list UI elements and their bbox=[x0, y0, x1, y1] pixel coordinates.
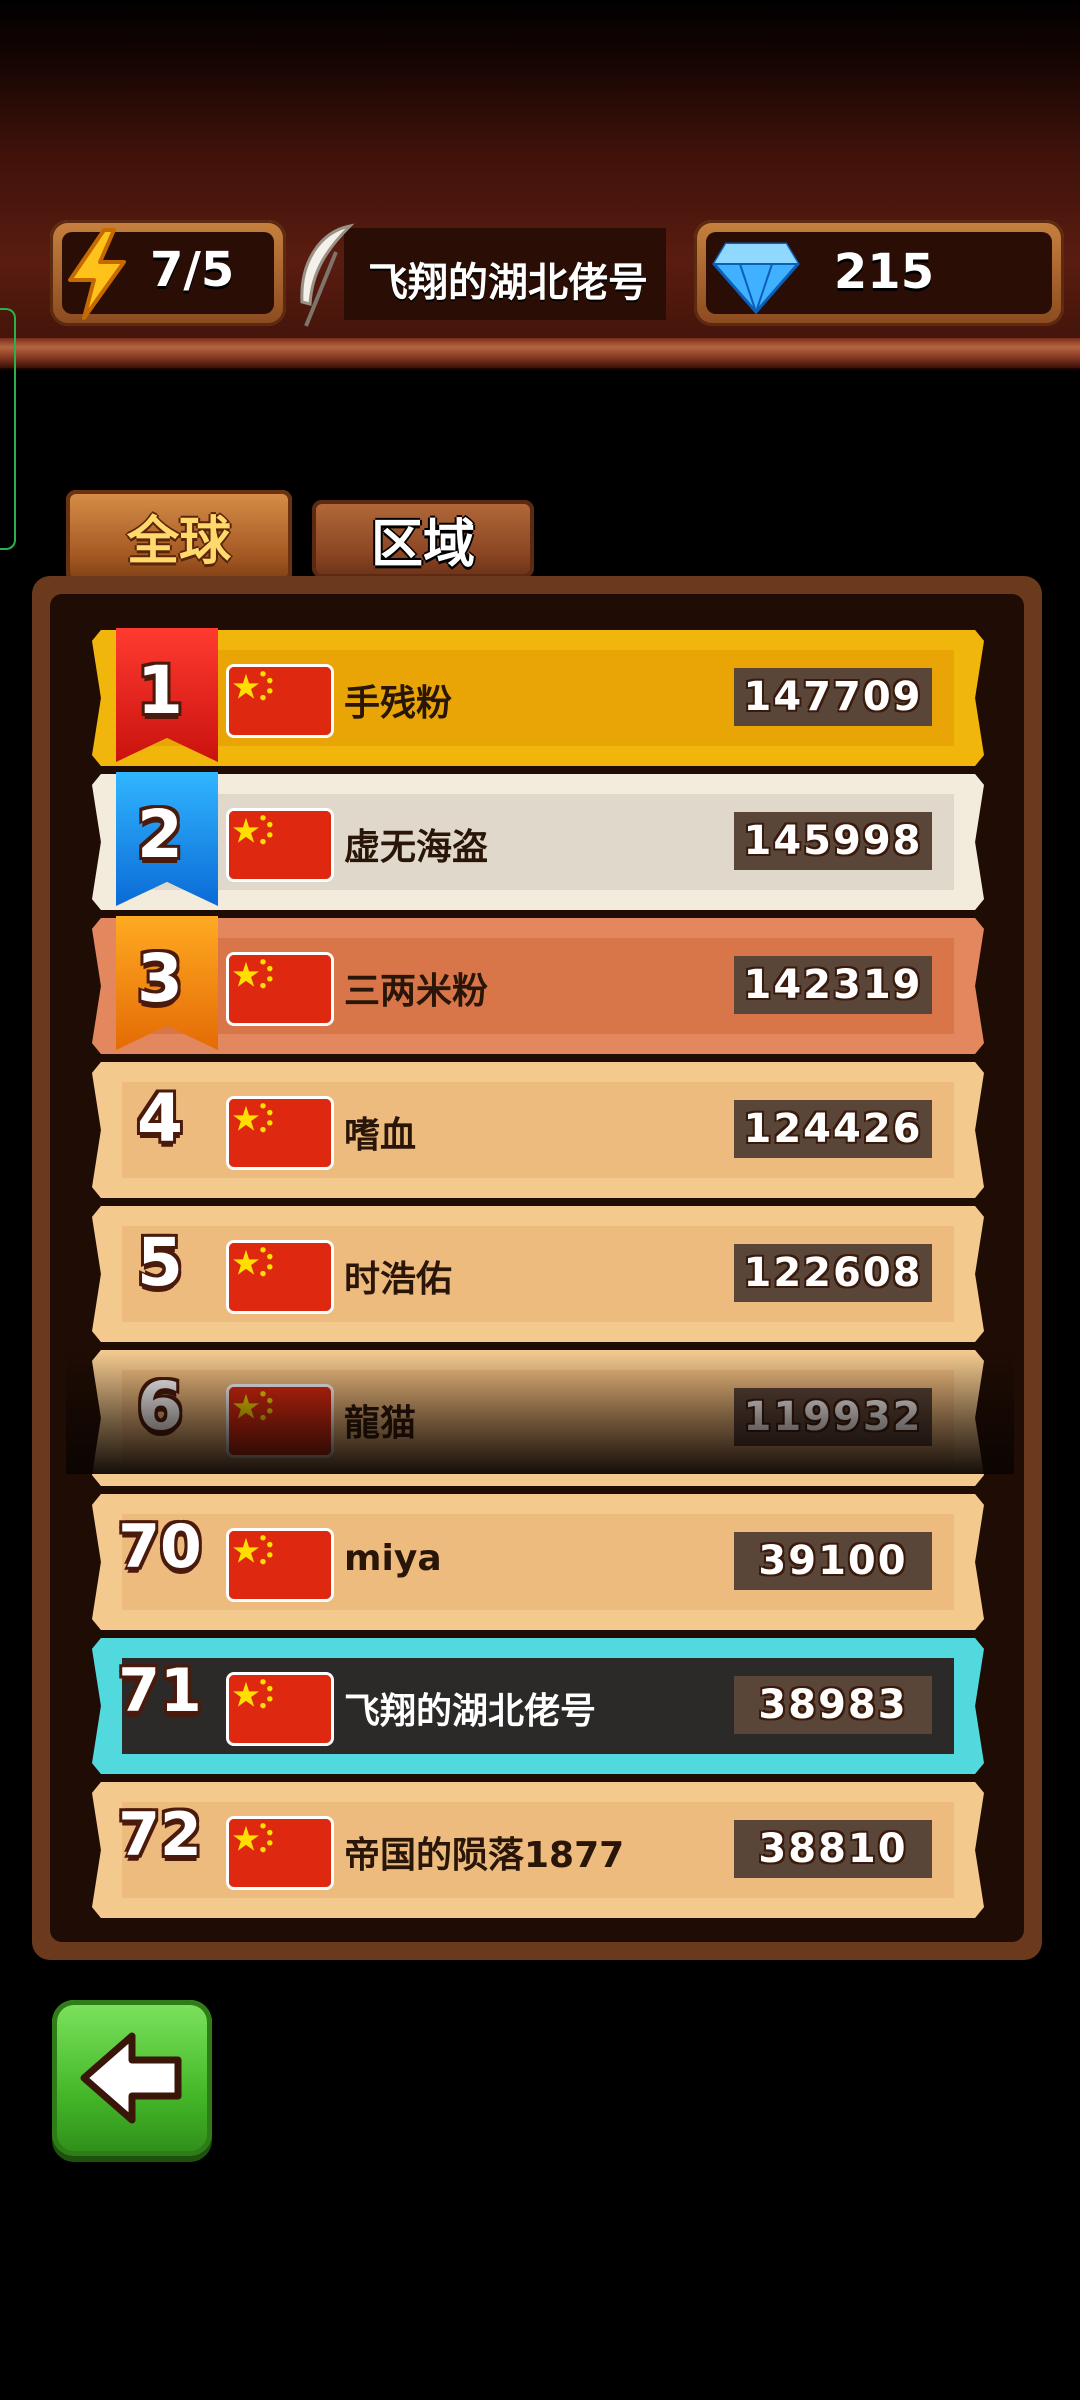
china-flag-icon bbox=[226, 1096, 334, 1170]
player-name: miya bbox=[344, 1538, 442, 1579]
leaderboard-row-3[interactable]: 3 三两米粉 142319 bbox=[92, 916, 984, 1054]
china-flag-icon bbox=[226, 1528, 334, 1602]
player-name: 帝国的陨落1877 bbox=[344, 1835, 625, 1876]
back-arrow-icon bbox=[80, 2032, 182, 2124]
rank-number: 4 bbox=[137, 1080, 183, 1157]
player-name: 手残粉 bbox=[344, 683, 453, 724]
player-score: 122608 bbox=[734, 1244, 932, 1302]
rank-number: 2 bbox=[137, 796, 183, 873]
player-score: 124426 bbox=[734, 1100, 932, 1158]
player-score: 147709 bbox=[734, 668, 932, 726]
player-name: 飞翔的湖北佬号 bbox=[344, 1691, 597, 1732]
tab-global[interactable]: 全球 bbox=[66, 490, 292, 582]
list-fade-overlay bbox=[66, 1352, 1014, 1474]
leaderboard-row-2[interactable]: 2 虚无海盗 145998 bbox=[92, 772, 984, 910]
player-name: 虚无海盗 bbox=[344, 827, 489, 868]
leaderboard-row-5[interactable]: 5 时浩佑 122608 bbox=[92, 1206, 984, 1342]
china-flag-icon bbox=[226, 1672, 334, 1746]
top-bar-rail bbox=[0, 338, 1080, 370]
china-flag-icon bbox=[226, 664, 334, 738]
rank-number: 71 bbox=[118, 1656, 202, 1726]
player-name: 时浩佑 bbox=[344, 1259, 453, 1300]
side-edge-marker bbox=[0, 308, 16, 550]
tab-region[interactable]: 区域 bbox=[312, 500, 534, 578]
leaderboard-row-current-player[interactable]: 71 飞翔的湖北佬号 38983 bbox=[92, 1638, 984, 1774]
player-name-panel: 飞翔的湖北佬号 bbox=[344, 228, 666, 320]
rank-number: 72 bbox=[118, 1800, 202, 1870]
diamond-icon bbox=[712, 242, 800, 314]
rank-number: 70 bbox=[118, 1512, 202, 1582]
player-score: 142319 bbox=[734, 956, 932, 1014]
china-flag-icon bbox=[226, 1240, 334, 1314]
leaderboard-row-72[interactable]: 72 帝国的陨落1877 38810 bbox=[92, 1782, 984, 1918]
player-name: 嗜血 bbox=[344, 1115, 417, 1156]
player-score: 39100 bbox=[734, 1532, 932, 1590]
rank-number: 1 bbox=[137, 652, 183, 729]
china-flag-icon bbox=[226, 808, 334, 882]
energy-value: 7/5 bbox=[150, 242, 235, 298]
player-score: 145998 bbox=[734, 812, 932, 870]
rank-number: 3 bbox=[137, 940, 183, 1017]
leaderboard-row-1[interactable]: 1 手残粉 147709 bbox=[92, 628, 984, 766]
leaderboard-row-70[interactable]: 70 miya 39100 bbox=[92, 1494, 984, 1630]
player-score: 38810 bbox=[734, 1820, 932, 1878]
rank-number: 5 bbox=[137, 1224, 183, 1301]
lightning-bolt-icon bbox=[68, 228, 126, 320]
china-flag-icon bbox=[226, 952, 334, 1026]
back-button[interactable] bbox=[52, 2000, 212, 2156]
player-name: 三两米粉 bbox=[344, 971, 489, 1012]
player-name: 飞翔的湖北佬号 bbox=[368, 260, 648, 306]
leaderboard-row-4[interactable]: 4 嗜血 124426 bbox=[92, 1062, 984, 1198]
china-flag-icon bbox=[226, 1816, 334, 1890]
player-score: 38983 bbox=[734, 1676, 932, 1734]
feather-icon bbox=[300, 223, 355, 327]
